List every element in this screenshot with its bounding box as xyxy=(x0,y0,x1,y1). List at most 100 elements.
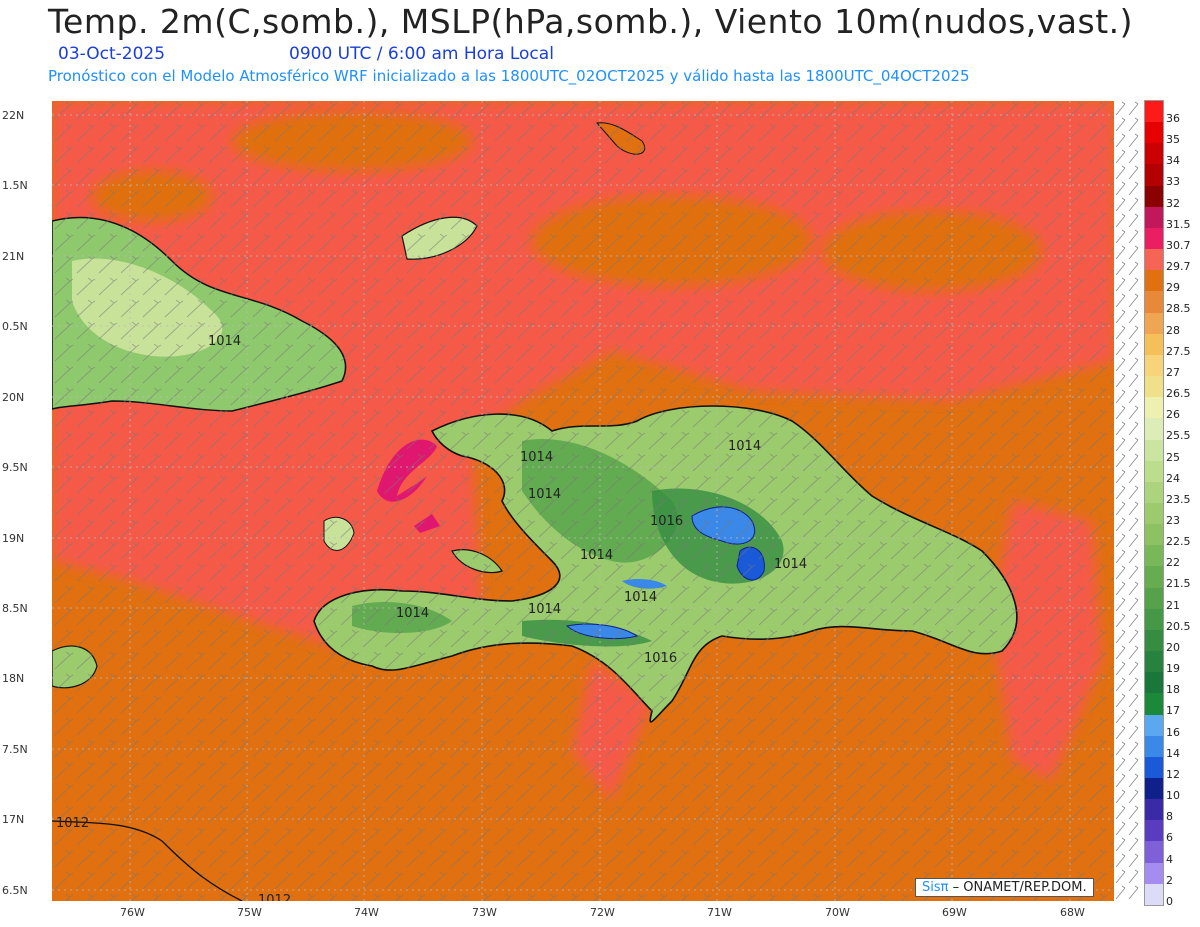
colorbar-label: 28.5 xyxy=(1166,302,1191,316)
lat-label: 6.5N xyxy=(2,884,28,897)
lon-label: 68W xyxy=(1060,906,1085,919)
isobar-label: 1014 xyxy=(774,557,807,572)
colorbar-label: 6 xyxy=(1166,831,1173,845)
colorbar-swatch xyxy=(1145,227,1163,250)
colorbar-label: 21 xyxy=(1166,598,1180,612)
colorbar-swatch xyxy=(1145,714,1163,736)
lon-label: 72W xyxy=(590,906,615,919)
map-title: Temp. 2m(C,somb.), MSLP(hPa,somb.), Vien… xyxy=(48,2,1134,41)
colorbar-label: 26.5 xyxy=(1166,387,1191,401)
colorbar-swatch xyxy=(1145,587,1163,609)
lat-label: 21N xyxy=(2,250,25,263)
lat-label: 22N xyxy=(2,109,25,122)
colorbar-label: 22 xyxy=(1166,556,1180,570)
colorbar-swatch xyxy=(1145,418,1163,440)
colorbar-swatch xyxy=(1145,291,1163,313)
colorbar-label: 10 xyxy=(1166,789,1180,803)
colorbar-swatch xyxy=(1145,629,1163,652)
colorbar-swatch xyxy=(1145,608,1163,630)
colorbar-label: 2 xyxy=(1166,873,1173,887)
colorbar-swatch xyxy=(1145,651,1163,673)
lat-label: 19N xyxy=(2,532,25,545)
colorbar-swatch xyxy=(1145,820,1163,842)
colorbar-label: 24 xyxy=(1166,471,1180,485)
model-description: Pronóstico con el Modelo Atmosférico WRF… xyxy=(48,67,970,85)
colorbar-swatch xyxy=(1145,502,1163,525)
temperature-colorbar xyxy=(1144,100,1164,906)
colorbar-label: 20.5 xyxy=(1166,619,1191,633)
colorbar-label: 27.5 xyxy=(1166,344,1191,358)
isobar-label: 1016 xyxy=(644,651,677,666)
lat-label: 7.5N xyxy=(2,743,28,756)
colorbar-swatch xyxy=(1145,481,1163,503)
colorbar-swatch xyxy=(1145,376,1163,398)
colorbar-label: 32 xyxy=(1166,196,1180,210)
colorbar-swatch xyxy=(1145,164,1163,186)
lat-label: 0.5N xyxy=(2,320,28,333)
colorbar-swatch xyxy=(1145,206,1163,228)
colorbar-swatch xyxy=(1145,799,1163,821)
colorbar-swatch xyxy=(1145,143,1163,165)
colorbar-swatch xyxy=(1145,672,1163,694)
colorbar-swatch xyxy=(1145,185,1163,207)
isobar-label: 1016 xyxy=(650,514,683,529)
colorbar-label: 19 xyxy=(1166,662,1180,676)
lat-label: 18N xyxy=(2,672,25,685)
colorbar-swatch xyxy=(1145,122,1163,144)
lat-label: 9.5N xyxy=(2,461,28,474)
colorbar-label: 22.5 xyxy=(1166,535,1191,549)
time-label: 0900 UTC / 6:00 am Hora Local xyxy=(289,44,554,64)
colorbar-swatch xyxy=(1145,778,1163,800)
isobar-label: 1014 xyxy=(728,439,761,454)
colorbar-swatch xyxy=(1145,756,1163,778)
lon-label: 75W xyxy=(237,906,262,919)
isobar-label: 1014 xyxy=(208,334,241,349)
isobar-label: 1014 xyxy=(396,606,429,621)
colorbar-label: 18 xyxy=(1166,683,1180,697)
colorbar-swatch xyxy=(1145,841,1163,863)
colorbar-label: 23 xyxy=(1166,514,1180,527)
lon-label: 69W xyxy=(942,906,967,919)
lat-label: 20N xyxy=(2,391,25,404)
colorbar-label: 28 xyxy=(1166,323,1180,337)
forecast-map: 1014 1014 1014 1014 1016 1014 1014 1014 … xyxy=(52,101,1114,901)
colorbar-swatch xyxy=(1145,524,1163,546)
colorbar-label: 27 xyxy=(1166,365,1180,379)
lon-label: 71W xyxy=(707,906,732,919)
colorbar-label: 16 xyxy=(1166,725,1180,739)
colorbar-label: 12 xyxy=(1166,767,1180,781)
colorbar-label: 30.7 xyxy=(1166,238,1191,252)
colorbar-label: 14 xyxy=(1166,746,1180,760)
isobar-label: 1012 xyxy=(258,893,291,901)
colorbar-label: 25.5 xyxy=(1166,429,1191,443)
colorbar-label: 31.5 xyxy=(1166,217,1191,231)
colorbar-label: 17 xyxy=(1166,704,1180,718)
lon-label: 74W xyxy=(354,906,379,919)
colorbar-label: 4 xyxy=(1166,852,1173,866)
lon-label: 76W xyxy=(120,906,145,919)
credit-box: Sisπ – ONAMET/REP.DOM. xyxy=(915,878,1094,897)
colorbar-label: 36 xyxy=(1166,112,1180,125)
lon-label: 73W xyxy=(472,906,497,919)
lat-label: 8.5N xyxy=(2,602,28,615)
colorbar-swatch xyxy=(1145,566,1163,588)
colorbar-swatch xyxy=(1145,312,1163,334)
colorbar-label: 8 xyxy=(1166,810,1173,824)
colorbar-label: 29 xyxy=(1166,281,1180,295)
isobar-label: 1014 xyxy=(528,487,561,502)
lat-label: 1.5N xyxy=(2,179,28,192)
colorbar-label: 35 xyxy=(1166,133,1180,147)
lon-label: 70W xyxy=(825,906,850,919)
colorbar-label: 20 xyxy=(1166,640,1180,654)
colorbar-swatch xyxy=(1145,883,1163,905)
colorbar-swatch xyxy=(1145,693,1163,715)
isobar-label: 1012 xyxy=(56,816,89,831)
wind-barb-strip xyxy=(1114,101,1140,901)
wind-barbs-overlay xyxy=(52,101,1114,901)
lat-label: 17N xyxy=(2,813,25,826)
colorbar-swatch xyxy=(1145,397,1163,419)
colorbar-swatch xyxy=(1145,249,1163,271)
colorbar-swatch xyxy=(1145,735,1163,757)
colorbar-swatch xyxy=(1145,354,1163,377)
sispi-logo-text: Sisπ xyxy=(922,880,949,895)
